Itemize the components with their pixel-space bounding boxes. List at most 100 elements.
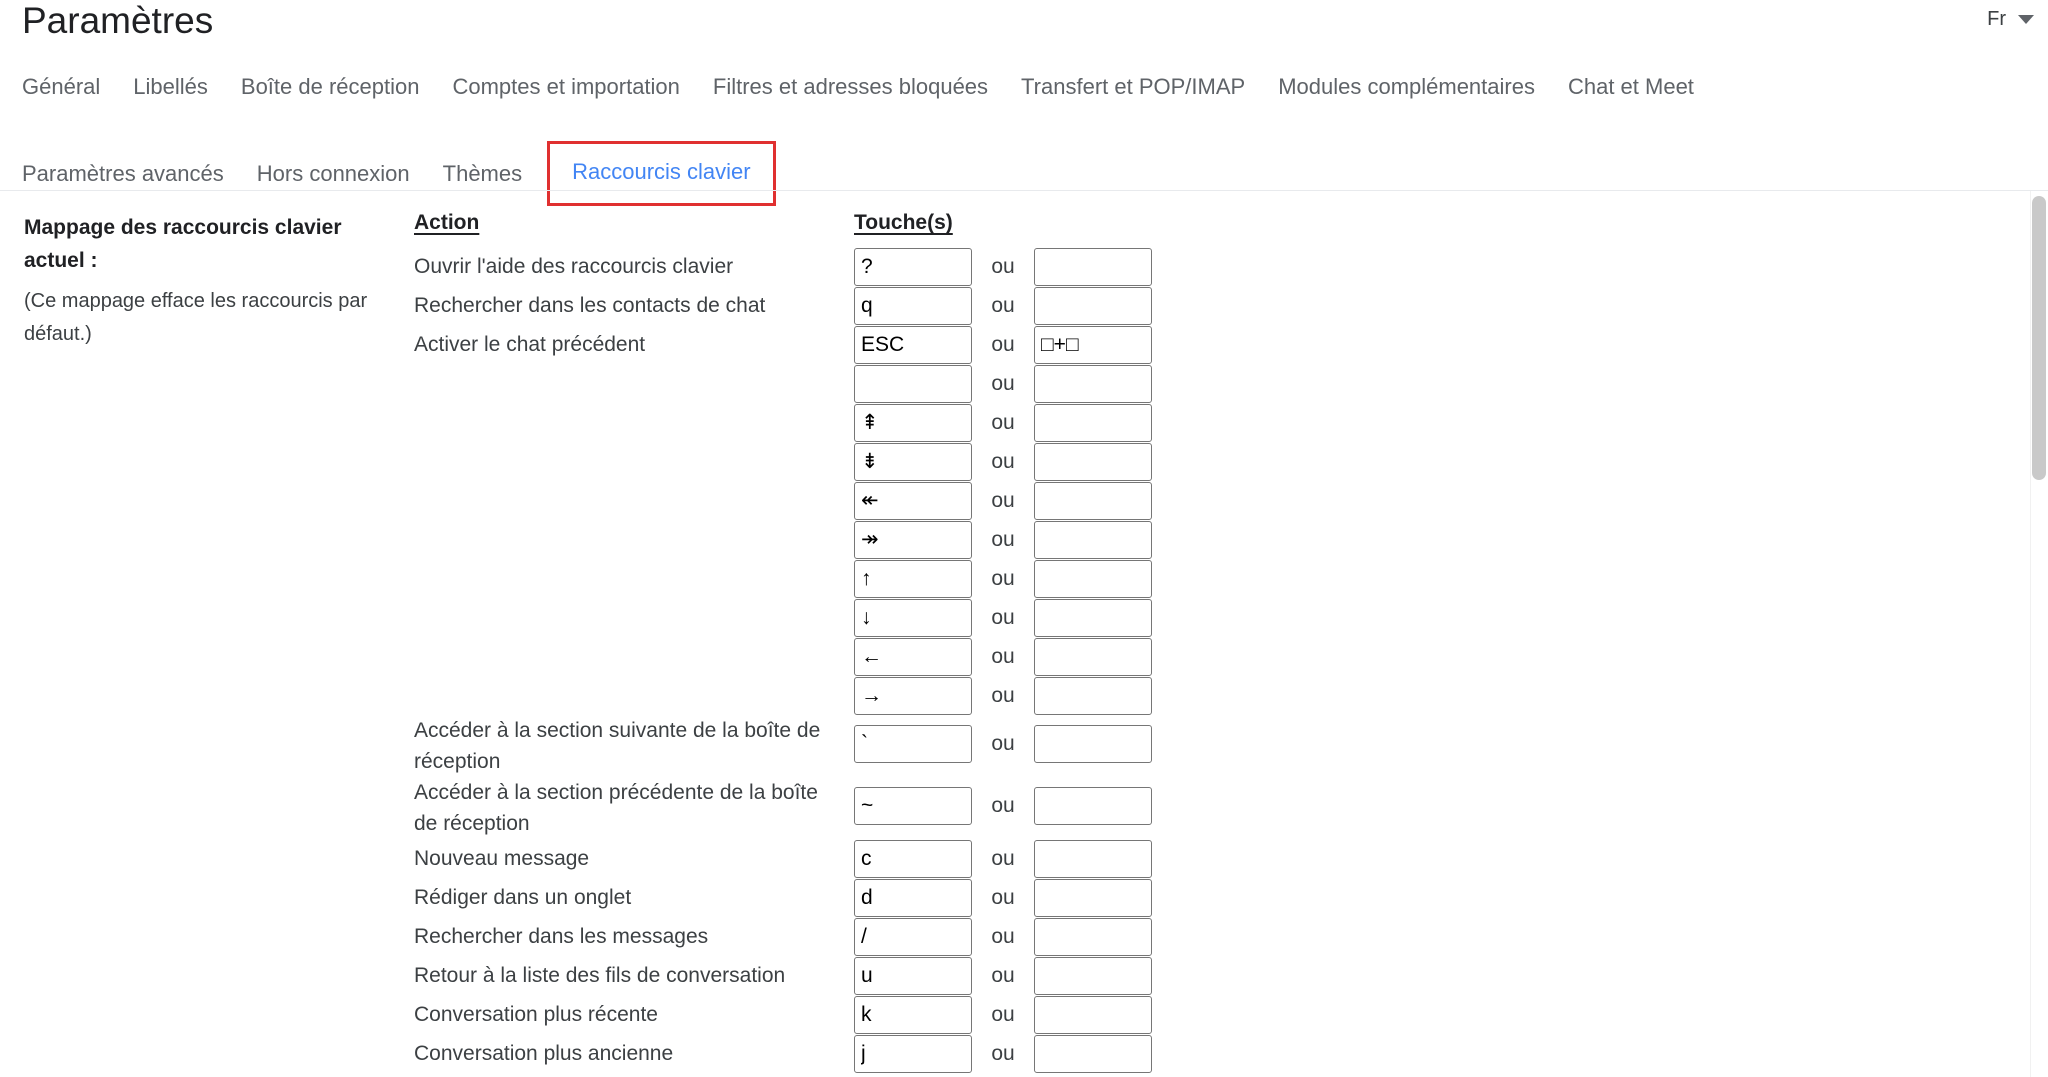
shortcut-key-input-primary[interactable] <box>854 917 972 956</box>
shortcut-keys-cell: ou <box>854 247 1152 286</box>
language-selector[interactable]: Fr <box>1987 8 2034 31</box>
or-label: ou <box>991 449 1015 473</box>
or-label: ou <box>991 332 1015 356</box>
shortcut-action-label: Rédiger dans un onglet <box>414 886 632 909</box>
table-row: Nouveau message ou <box>414 839 1974 878</box>
shortcut-key-input-primary[interactable] <box>854 247 972 286</box>
shortcut-key-input-alternate[interactable] <box>1034 364 1152 403</box>
shortcut-key-input-primary[interactable] <box>854 676 972 715</box>
tab-bo-te-de-r-ception[interactable]: Boîte de réception <box>241 72 420 102</box>
shortcut-key-input-primary[interactable] <box>854 878 972 917</box>
shortcut-key-input-alternate[interactable] <box>1034 1034 1152 1073</box>
or-label: ou <box>991 732 1015 755</box>
shortcut-keys-cell: ou <box>854 637 1152 676</box>
shortcut-key-input-primary[interactable] <box>854 637 972 676</box>
shortcut-key-input-primary[interactable] <box>854 839 972 878</box>
tab-th-mes[interactable]: Thèmes <box>443 159 522 189</box>
or-label: ou <box>991 924 1015 948</box>
shortcut-key-input-primary[interactable] <box>854 364 972 403</box>
shortcut-key-input-alternate[interactable] <box>1034 637 1152 676</box>
scrollbar-thumb[interactable] <box>2032 196 2046 480</box>
shortcut-keys-cell: ou <box>854 325 1152 364</box>
shortcut-key-input-alternate[interactable] <box>1034 286 1152 325</box>
tab-g-n-ral[interactable]: Général <box>22 72 100 102</box>
shortcut-key-input-primary[interactable] <box>854 598 972 637</box>
shortcut-key-input-alternate[interactable] <box>1034 839 1152 878</box>
or-label: ou <box>991 644 1015 668</box>
shortcut-key-input-alternate[interactable] <box>1034 481 1152 520</box>
shortcut-key-input-primary[interactable] <box>854 325 972 364</box>
shortcut-keys-cell: ou <box>854 839 1152 878</box>
shortcut-key-input-alternate[interactable] <box>1034 878 1152 917</box>
shortcut-key-input-alternate[interactable] <box>1034 956 1152 995</box>
shortcut-key-input-primary[interactable] <box>854 1034 972 1073</box>
tab-chat-et-meet[interactable]: Chat et Meet <box>1568 72 1694 102</box>
settings-content: Mappage des raccourcis clavier actuel : … <box>0 191 2030 1077</box>
shortcut-key-input-alternate[interactable] <box>1034 520 1152 559</box>
table-row: Accéder à la section précédente de la bo… <box>414 777 1974 839</box>
shortcut-key-input-alternate[interactable] <box>1034 247 1152 286</box>
table-row: ou <box>414 403 1974 442</box>
or-label: ou <box>991 794 1015 817</box>
shortcut-key-input-alternate[interactable] <box>1034 676 1152 715</box>
tab-libell-s[interactable]: Libellés <box>133 72 208 102</box>
or-label: ou <box>991 1002 1015 1026</box>
shortcut-action-label: Accéder à la section suivante de la boît… <box>414 719 821 773</box>
tab-filtres-et-adresses-bloqu-es[interactable]: Filtres et adresses bloquées <box>713 72 988 102</box>
shortcut-mapping-title: Mappage des raccourcis clavier actuel : <box>24 216 342 272</box>
column-header-action: Action <box>414 211 480 234</box>
shortcut-key-input-alternate[interactable] <box>1034 995 1152 1034</box>
shortcut-key-input-primary[interactable] <box>854 725 972 763</box>
shortcut-key-input-primary[interactable] <box>854 787 972 825</box>
shortcut-keys-cell: ou <box>854 1034 1152 1073</box>
shortcut-keys-cell: ou <box>854 442 1152 481</box>
tab-modules-compl-mentaires[interactable]: Modules complémentaires <box>1278 72 1535 102</box>
shortcut-keys-cell: ou <box>854 878 1152 917</box>
shortcut-key-input-primary[interactable] <box>854 442 972 481</box>
shortcut-action-label: Retour à la liste des fils de conversati… <box>414 964 786 987</box>
tab-raccourcis-clavier[interactable]: Raccourcis clavier <box>572 159 751 184</box>
or-label: ou <box>991 1041 1015 1065</box>
table-row: Accéder à la section suivante de la boît… <box>414 715 1974 777</box>
table-row: Rédiger dans un onglet ou <box>414 878 1974 917</box>
table-row: Conversation plus ancienne ou <box>414 1034 1974 1073</box>
shortcut-key-input-alternate[interactable] <box>1034 442 1152 481</box>
table-row: ou <box>414 637 1974 676</box>
shortcut-keys-cell: ou <box>854 676 1152 715</box>
shortcut-key-input-primary[interactable] <box>854 520 972 559</box>
tab-transfert-et-pop-imap[interactable]: Transfert et POP/IMAP <box>1021 72 1245 102</box>
shortcut-key-input-alternate[interactable] <box>1034 917 1152 956</box>
shortcut-keys-cell: ou <box>854 520 1152 559</box>
shortcut-action-label: Rechercher dans les messages <box>414 925 709 948</box>
shortcut-action-label: Accéder à la section précédente de la bo… <box>414 781 818 835</box>
shortcut-action-label: Rechercher dans les contacts de chat <box>414 294 766 317</box>
or-label: ou <box>991 963 1015 987</box>
shortcut-key-input-alternate[interactable] <box>1034 787 1152 825</box>
tab-hors-connexion[interactable]: Hors connexion <box>257 159 410 189</box>
shortcut-action-label: Nouveau message <box>414 847 590 870</box>
shortcut-action-label: Activer le chat précédent <box>414 333 646 356</box>
shortcut-key-input-alternate[interactable] <box>1034 725 1152 763</box>
shortcut-keys-cell: ou <box>854 286 1152 325</box>
tab-param-tres-avanc-s[interactable]: Paramètres avancés <box>22 159 224 189</box>
shortcut-key-input-alternate[interactable] <box>1034 559 1152 598</box>
shortcut-key-input-primary[interactable] <box>854 995 972 1034</box>
shortcut-key-input-primary[interactable] <box>854 286 972 325</box>
shortcut-key-input-alternate[interactable] <box>1034 403 1152 442</box>
table-row: ou <box>414 559 1974 598</box>
shortcut-key-input-primary[interactable] <box>854 481 972 520</box>
table-row: Retour à la liste des fils de conversati… <box>414 956 1974 995</box>
shortcut-key-input-primary[interactable] <box>854 956 972 995</box>
shortcut-keys-cell: ou <box>854 598 1152 637</box>
or-label: ou <box>991 488 1015 512</box>
shortcut-keys-cell: ou <box>854 364 1152 403</box>
tab-comptes-et-importation[interactable]: Comptes et importation <box>452 72 679 102</box>
shortcut-mapping-info: Mappage des raccourcis clavier actuel : … <box>24 211 394 351</box>
shortcut-key-input-primary[interactable] <box>854 559 972 598</box>
page-title: Paramètres <box>22 0 214 41</box>
shortcut-keys-cell: ou <box>854 559 1152 598</box>
shortcut-key-input-alternate[interactable] <box>1034 598 1152 637</box>
shortcut-key-input-alternate[interactable] <box>1034 325 1152 364</box>
table-row: Conversation plus récente ou <box>414 995 1974 1034</box>
shortcut-key-input-primary[interactable] <box>854 403 972 442</box>
